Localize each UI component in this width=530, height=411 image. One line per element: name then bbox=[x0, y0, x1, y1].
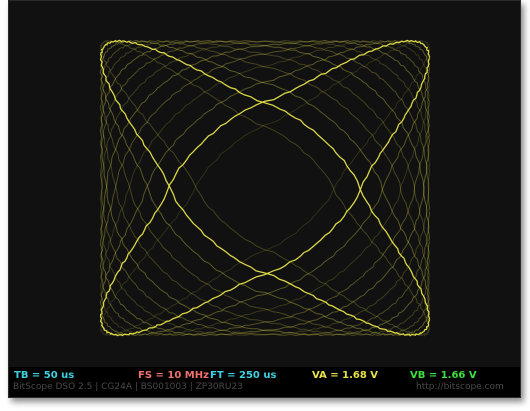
trace-curve bbox=[99, 40, 431, 337]
trace-curve bbox=[100, 39, 430, 337]
frame-time-readout: FT = 250 us bbox=[210, 370, 277, 381]
trace-curve bbox=[99, 39, 430, 336]
trace-curve bbox=[99, 39, 431, 337]
trace-curve bbox=[99, 39, 430, 337]
status-bar: TB = 50 us FS = 10 MHz FT = 250 us VA = … bbox=[9, 367, 520, 397]
website-link[interactable]: http://bitscope.com bbox=[416, 382, 504, 392]
trace-curve bbox=[99, 39, 431, 337]
channel-a-voltage-readout: VA = 1.68 V bbox=[312, 370, 379, 381]
trace-curve bbox=[100, 40, 431, 337]
trace-curve bbox=[100, 39, 430, 337]
timebase-readout: TB = 50 us bbox=[14, 370, 75, 381]
trace-curve bbox=[99, 39, 430, 337]
trace-curve bbox=[99, 40, 430, 337]
sample-rate-readout: FS = 10 MHz bbox=[138, 370, 209, 381]
scope-window: TB = 50 us FS = 10 MHz FT = 250 us VA = … bbox=[8, 0, 521, 398]
xy-trace-plot bbox=[99, 39, 431, 337]
scope-display bbox=[9, 1, 520, 367]
channel-b-voltage-readout: VB = 1.66 V bbox=[410, 370, 477, 381]
device-info-text: BitScope DSO 2.5 | CG24A | BS001003 | ZP… bbox=[13, 382, 243, 392]
trace-curve bbox=[99, 40, 430, 337]
trace-curve bbox=[99, 39, 430, 336]
trace-curve bbox=[100, 39, 431, 336]
trace-curve bbox=[99, 39, 431, 337]
